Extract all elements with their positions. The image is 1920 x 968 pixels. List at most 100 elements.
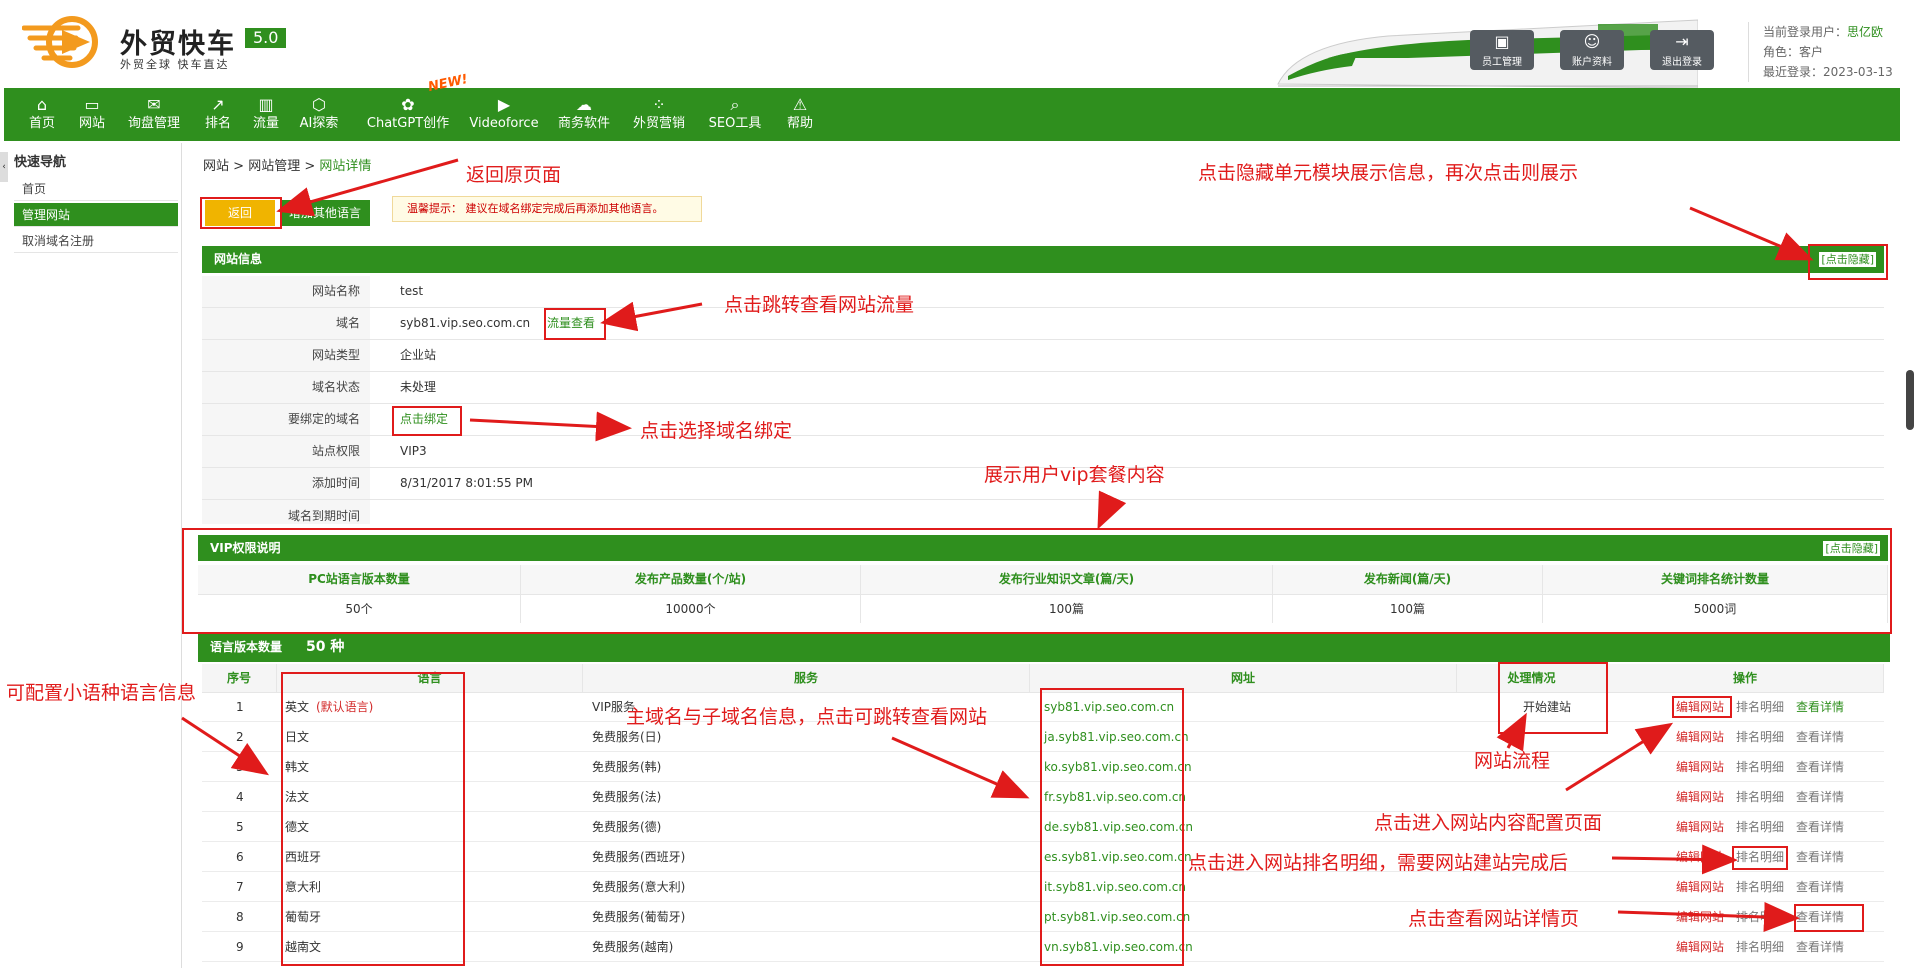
edit-site-link[interactable]: 编辑网站 [1676, 932, 1724, 962]
warning-icon: ⚠ [792, 95, 808, 114]
view-detail-link[interactable]: 查看详情 [1796, 752, 1844, 782]
info-value: 8/31/2017 8:01:55 PM [400, 476, 534, 490]
chatgpt-icon: ✿ [401, 95, 415, 114]
info-label: 网站类型 [202, 340, 370, 371]
edit-site-link[interactable]: 编辑网站 [1676, 872, 1724, 902]
lang-col-header: 服务 [583, 664, 1030, 693]
sidebar-title: 快速导航 [14, 155, 67, 170]
annotation-vip: 展示用户vip套餐内容 [984, 464, 1165, 486]
annotation-language: 可配置小语种语言信息 [6, 682, 197, 704]
row-service: 免费服务(德) [592, 820, 662, 834]
info-row-status: 域名状态 未处理 [202, 372, 1884, 404]
annotation-edit: 点击进入网站内容配置页面 [1374, 812, 1603, 834]
breadcrumb-site[interactable]: 网站 [203, 159, 229, 174]
edit-site-link[interactable]: 编辑网站 [1676, 812, 1724, 842]
nav-seo-tools[interactable]: ⌕ SEO工具 [702, 88, 768, 141]
annotation-box-vip [182, 528, 1892, 634]
view-detail-link[interactable]: 查看详情 [1796, 842, 1844, 872]
info-label: 域名到期时间 [202, 500, 370, 524]
annotation-box-traffic [544, 308, 606, 340]
sidebar-item-home[interactable]: 首页 [14, 177, 178, 201]
lang-col-header: 序号 [202, 664, 277, 693]
ranking-detail-link[interactable]: 排名明细 [1736, 812, 1784, 842]
add-language-button[interactable]: 增加其他语言 [280, 200, 370, 226]
nav-traffic[interactable]: ▥ 流量 [244, 88, 288, 141]
nav-marketing[interactable]: ⁘ 外贸营销 [626, 88, 692, 141]
staff-management-label: 员工管理 [1482, 57, 1522, 68]
nav-chatgpt-label: ChatGPT创作 [366, 116, 450, 131]
nav-chatgpt[interactable]: ✿ ChatGPT创作 [360, 88, 456, 141]
nav-help[interactable]: ⚠ 帮助 [778, 88, 822, 141]
annotation-box-hide [1808, 244, 1888, 280]
nav-ai-explore[interactable]: ⬡ AI探索 [294, 88, 344, 141]
nav-website-label: 网站 [78, 116, 105, 131]
nav-videoforce[interactable]: ▶ Videoforce [466, 88, 542, 141]
view-detail-link[interactable]: 查看详情 [1796, 722, 1844, 752]
mail-icon: ✉ [147, 95, 161, 114]
edit-site-link[interactable]: 编辑网站 [1676, 782, 1724, 812]
row-no: 2 [236, 730, 244, 744]
annotation-box-language [281, 672, 465, 966]
tip-notice: 温馨提示： 建议在域名绑定完成后再添加其他语言。 [392, 196, 702, 222]
info-label: 站点权限 [202, 436, 370, 467]
ranking-detail-link[interactable]: 排名明细 [1736, 902, 1784, 932]
logout-button[interactable]: ⇥ 退出登录 [1650, 30, 1714, 70]
languages-header: 语言版本数量 50 种 [198, 634, 1890, 662]
nav-ranking[interactable]: ↗ 排名 [198, 88, 238, 141]
nav-inquiry[interactable]: ✉ 询盘管理 [120, 88, 188, 141]
view-detail-link[interactable]: 查看详情 [1796, 812, 1844, 842]
breadcrumb: 网站 > 网站管理 > 网站详情 [203, 155, 371, 174]
account-info-label: 账户资料 [1572, 57, 1612, 68]
view-detail-link[interactable]: 查看详情 [1796, 872, 1844, 902]
nav-home[interactable]: ⌂ 首页 [18, 88, 66, 141]
ranking-detail-link[interactable]: 排名明细 [1736, 692, 1784, 722]
info-row-expire: 域名到期时间 [202, 500, 1884, 524]
ranking-detail-link[interactable]: 排名明细 [1736, 782, 1784, 812]
sidebar-collapse-toggle[interactable]: ‹ [0, 152, 8, 182]
breadcrumb-sep: > [229, 159, 249, 174]
view-detail-link[interactable]: 查看详情 [1796, 782, 1844, 812]
annotation-bind: 点击选择域名绑定 [640, 420, 793, 442]
edit-site-link[interactable]: 编辑网站 [1676, 902, 1724, 932]
site-info-title: 网站信息 [214, 252, 263, 266]
breadcrumb-manage[interactable]: 网站管理 [248, 159, 300, 174]
ranking-detail-link[interactable]: 排名明细 [1736, 752, 1784, 782]
view-detail-link[interactable]: 查看详情 [1796, 692, 1844, 722]
staff-icon: ▣ [1494, 32, 1510, 51]
row-no: 1 [236, 700, 244, 714]
nav-website[interactable]: ▭ 网站 [70, 88, 114, 141]
annotation-traffic: 点击跳转查看网站流量 [724, 294, 915, 316]
account-info-button[interactable]: ☺ 账户资料 [1560, 30, 1624, 70]
sidebar-item-cancel-domain[interactable]: 取消域名注册 [14, 229, 178, 253]
info-label: 添加时间 [202, 468, 370, 499]
lang-col-header: 操作 [1607, 664, 1884, 693]
login-user-label: 当前登录用户： [1763, 25, 1848, 39]
ai-icon: ⬡ [312, 95, 326, 114]
user-info: 当前登录用户：思亿欧 角色：客户 最近登录：2023-03-13 [1748, 22, 1893, 82]
row-no: 7 [236, 880, 244, 894]
annotation-domain: 主域名与子域名信息，点击可跳转查看网站 [626, 706, 988, 728]
last-login-label: 最近登录： [1763, 65, 1824, 79]
breadcrumb-sep: > [300, 159, 320, 174]
logout-label: 退出登录 [1662, 57, 1702, 68]
home-icon: ⌂ [36, 95, 48, 114]
edit-site-link[interactable]: 编辑网站 [1676, 722, 1724, 752]
staff-management-button[interactable]: ▣ 员工管理 [1470, 30, 1534, 70]
edit-site-link[interactable]: 编辑网站 [1676, 752, 1724, 782]
annotation-box-back [200, 197, 282, 229]
ranking-detail-link[interactable]: 排名明细 [1736, 722, 1784, 752]
info-value: VIP3 [400, 444, 427, 458]
ranking-detail-link[interactable]: 排名明细 [1736, 872, 1784, 902]
nav-home-label: 首页 [28, 116, 55, 131]
nav-business-software[interactable]: ☁ 商务软件 [552, 88, 616, 141]
info-value: 未处理 [400, 380, 437, 394]
page-scrollbar[interactable] [1906, 370, 1914, 430]
sidebar-item-manage-site[interactable]: 管理网站 [14, 203, 178, 227]
view-detail-link[interactable]: 查看详情 [1796, 932, 1844, 962]
nav-help-label: 帮助 [786, 116, 813, 131]
version-badge: 5.0 [245, 28, 287, 48]
row-service: 免费服务(葡萄牙) [592, 910, 686, 924]
ranking-detail-link[interactable]: 排名明细 [1736, 932, 1784, 962]
edit-site-link[interactable]: 编辑网站 [1676, 842, 1724, 872]
annotation-box-url [1040, 688, 1184, 966]
